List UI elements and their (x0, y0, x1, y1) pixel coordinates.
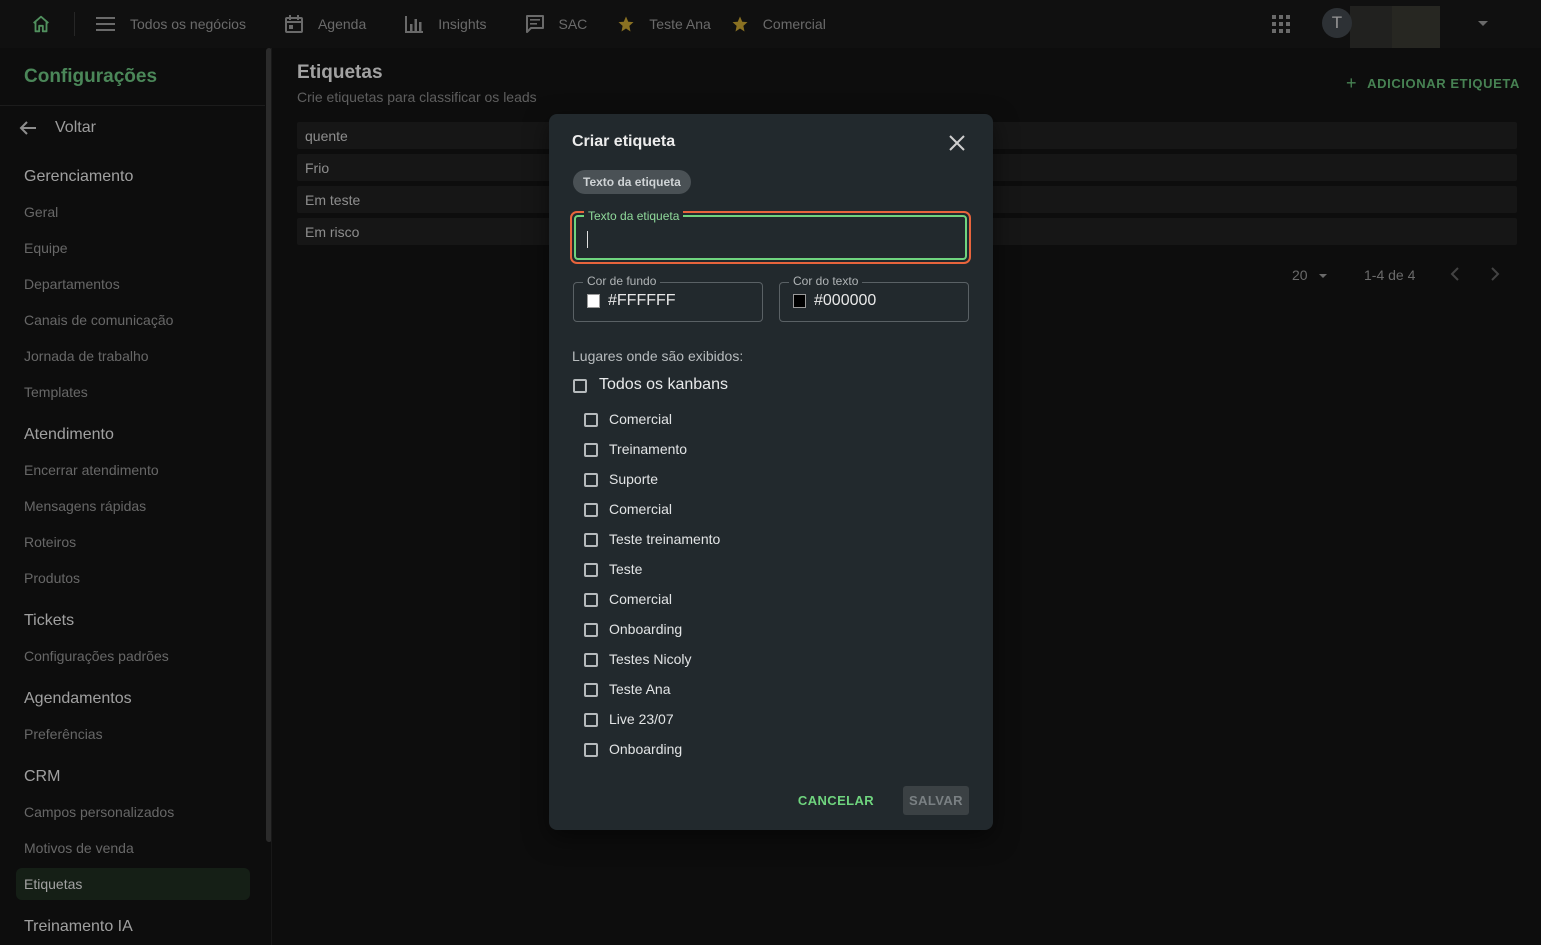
text-color-value: #000000 (814, 292, 877, 309)
kanban-checkbox[interactable] (584, 443, 598, 457)
kanban-checkbox[interactable] (584, 623, 598, 637)
label-preview-chip: Texto da etiqueta (573, 170, 691, 194)
kanban-checkbox[interactable] (584, 653, 598, 667)
background-color-value: #FFFFFF (608, 292, 676, 309)
kanban-label[interactable]: Teste (609, 561, 642, 577)
save-button[interactable]: SALVAR (903, 786, 969, 815)
dialog-title: Criar etiqueta (572, 133, 676, 150)
all-kanbans-label[interactable]: Todos os kanbans (599, 376, 728, 394)
kanban-checkbox[interactable] (584, 503, 598, 517)
cancel-button[interactable]: CANCELAR (791, 786, 881, 815)
kanban-label[interactable]: Teste treinamento (609, 531, 720, 547)
kanban-label[interactable]: Live 23/07 (609, 711, 674, 727)
background-color-label: Cor de fundo (583, 275, 661, 288)
kanban-label[interactable]: Treinamento (609, 441, 687, 457)
kanban-label[interactable]: Comercial (609, 501, 672, 517)
kanban-label[interactable]: Comercial (609, 411, 672, 427)
kanban-label[interactable]: Suporte (609, 471, 658, 487)
kanban-checkbox[interactable] (584, 743, 598, 757)
kanban-checkbox[interactable] (584, 533, 598, 547)
all-kanbans-checkbox[interactable] (573, 379, 587, 393)
kanban-checkbox[interactable] (584, 413, 598, 427)
kanban-checkbox[interactable] (584, 563, 598, 577)
text-color-swatch[interactable] (793, 294, 806, 308)
kanban-label[interactable]: Onboarding (609, 621, 682, 637)
kanban-checkbox[interactable] (584, 683, 598, 697)
kanban-checkbox[interactable] (584, 713, 598, 727)
kanban-checkbox[interactable] (584, 593, 598, 607)
text-color-label: Cor do texto (789, 275, 863, 288)
text-cursor (587, 231, 588, 248)
kanban-label[interactable]: Comercial (609, 591, 672, 607)
close-icon[interactable] (947, 133, 967, 153)
label-text-field-label: Texto da etiqueta (584, 210, 684, 223)
background-color-swatch[interactable] (587, 294, 600, 308)
create-label-dialog: Criar etiqueta Texto da etiqueta Texto d… (549, 114, 993, 830)
kanban-label[interactable]: Teste Ana (609, 681, 671, 697)
kanban-label[interactable]: Onboarding (609, 741, 682, 757)
places-label: Lugares onde são exibidos: (572, 348, 744, 364)
kanban-label[interactable]: Testes Nicoly (609, 651, 691, 667)
kanban-checkbox[interactable] (584, 473, 598, 487)
